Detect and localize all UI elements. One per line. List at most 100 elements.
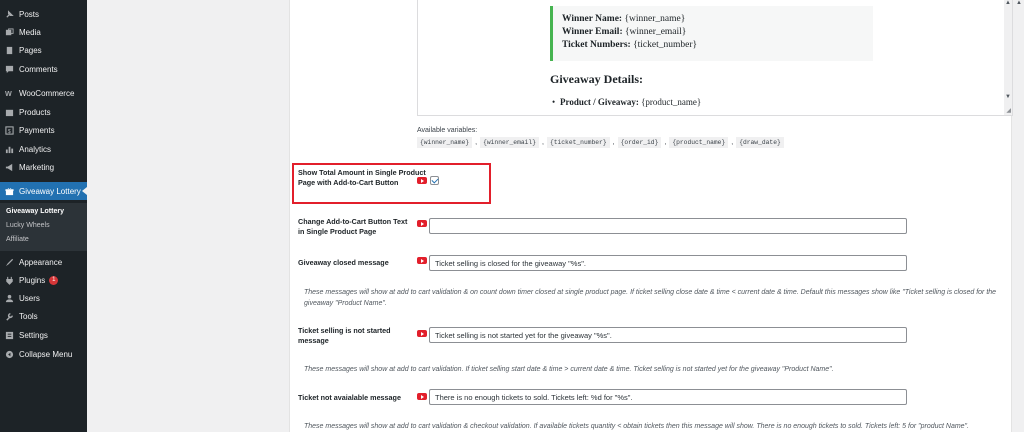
resize-handle-icon[interactable]: ◢ bbox=[1006, 107, 1011, 114]
closed-message-input[interactable]: Ticket selling is closed for the giveawa… bbox=[429, 255, 907, 271]
sidebar-item-label: Products bbox=[19, 107, 51, 117]
change-button-text-label: Change Add-to-Cart Button Text in Single… bbox=[298, 217, 408, 236]
not-started-message-input[interactable]: Ticket selling is not started yet for th… bbox=[429, 327, 907, 343]
giveaway-icon bbox=[5, 187, 14, 196]
product-var: {product_name} bbox=[641, 97, 702, 107]
winner-name-label: Winner Name: bbox=[562, 14, 623, 24]
youtube-tutorial-icon[interactable] bbox=[417, 257, 427, 264]
winner-name-var: {winner_name} bbox=[624, 14, 686, 24]
sidebar-item-label: Users bbox=[19, 293, 40, 303]
youtube-tutorial-icon[interactable] bbox=[417, 177, 427, 184]
giveaway-details-heading: Giveaway Details: bbox=[550, 72, 643, 86]
tools-icon bbox=[5, 312, 14, 321]
appearance-icon bbox=[5, 258, 14, 267]
sidebar-item-label: Media bbox=[19, 27, 41, 37]
plugins-icon bbox=[5, 276, 14, 285]
product-list-item: Product / Giveaway: {product_name} bbox=[552, 97, 702, 107]
media-icon bbox=[5, 27, 14, 37]
products-icon bbox=[5, 108, 14, 117]
available-variables-label: Available variables: bbox=[417, 127, 478, 134]
available-variables-list: {winner_name}, {winner_email}, {ticket_n… bbox=[417, 137, 784, 148]
pin-icon bbox=[5, 9, 14, 19]
not-started-message-description: These messages will show at add to cart … bbox=[304, 366, 834, 373]
scroll-up-icon[interactable]: ▲ bbox=[1016, 0, 1022, 6]
sidebar-item-marketing[interactable]: Marketing bbox=[0, 158, 87, 176]
sidebar-item-settings[interactable]: Settings bbox=[0, 326, 87, 344]
variable-chip: {draw_date} bbox=[736, 137, 784, 148]
not-available-message-label: Ticket not avaialable message bbox=[298, 393, 401, 402]
sidebar-item-label: Giveaway Lottery bbox=[19, 186, 81, 196]
woocommerce-icon: W bbox=[5, 89, 14, 98]
sidebar-item-comments[interactable]: Comments bbox=[0, 60, 87, 78]
pages-icon bbox=[5, 46, 14, 55]
winner-email-label: Winner Email: bbox=[562, 27, 623, 37]
ticket-numbers-label: Ticket Numbers: bbox=[562, 40, 631, 50]
youtube-tutorial-icon[interactable] bbox=[417, 393, 427, 400]
email-template-editor[interactable]: Winner Name: {winner_name} Winner Email:… bbox=[417, 0, 1013, 116]
sidebar-item-label: Payments bbox=[19, 125, 55, 135]
scroll-down-icon[interactable]: ▼ bbox=[1005, 94, 1011, 100]
sidebar-item-label: Settings bbox=[19, 330, 48, 340]
sidebar-item-analytics[interactable]: Analytics bbox=[0, 140, 87, 158]
show-total-label: Show Total Amount in Single Product Page… bbox=[298, 168, 426, 187]
not-available-message-description: These messages will show at add to cart … bbox=[304, 423, 969, 430]
collapse-icon bbox=[5, 350, 14, 359]
not-available-message-input[interactable]: There is no enough tickets to sold. Tick… bbox=[429, 389, 907, 405]
svg-text:W: W bbox=[5, 89, 12, 98]
variable-chip: {ticket_number} bbox=[546, 137, 610, 148]
closed-message-description: These messages will show at add to cart … bbox=[304, 289, 997, 307]
sidebar-item-pages[interactable]: Pages bbox=[0, 41, 87, 59]
admin-sidebar: Posts Media Pages Comments W WooCommerce… bbox=[0, 0, 87, 432]
sidebar-item-media[interactable]: Media bbox=[0, 23, 87, 41]
users-icon bbox=[5, 294, 14, 303]
page-scrollbar[interactable]: ▲ bbox=[1015, 0, 1024, 432]
sidebar-item-posts[interactable]: Posts bbox=[0, 5, 87, 23]
separator: , bbox=[475, 139, 478, 146]
sidebar-item-tools[interactable]: Tools bbox=[0, 307, 87, 325]
settings-icon bbox=[5, 331, 14, 340]
plugins-update-badge: 1 bbox=[49, 275, 59, 285]
youtube-tutorial-icon[interactable] bbox=[417, 330, 427, 337]
sidebar-item-giveaway-lottery[interactable]: Giveaway Lottery bbox=[0, 182, 87, 200]
sidebar-item-users[interactable]: Users bbox=[0, 289, 87, 307]
scroll-up-icon[interactable]: ▲ bbox=[1005, 0, 1011, 6]
sidebar-item-label: WooCommerce bbox=[19, 88, 75, 98]
sidebar-item-label: Tools bbox=[19, 311, 38, 321]
submenu-item-giveaway-lottery[interactable]: Giveaway Lottery bbox=[6, 208, 64, 215]
svg-text:$: $ bbox=[8, 128, 11, 134]
separator: , bbox=[612, 139, 615, 146]
analytics-icon bbox=[5, 145, 14, 154]
giveaway-submenu: Giveaway Lottery Lucky Wheels Affiliate bbox=[0, 203, 87, 251]
sidebar-item-collapse-menu[interactable]: Collapse Menu bbox=[0, 345, 87, 363]
sidebar-item-label: Collapse Menu bbox=[19, 349, 73, 359]
sidebar-item-label: Analytics bbox=[19, 144, 52, 154]
variable-chip: {winner_name} bbox=[417, 137, 473, 148]
separator: , bbox=[731, 139, 734, 146]
submenu-item-affiliate[interactable]: Affiliate bbox=[6, 236, 29, 243]
marketing-icon bbox=[5, 163, 14, 172]
variable-chip: {order_id} bbox=[617, 137, 662, 148]
sidebar-item-woocommerce[interactable]: W WooCommerce bbox=[0, 84, 87, 102]
payments-icon: $ bbox=[5, 125, 14, 135]
variable-chip: {product_name} bbox=[669, 137, 729, 148]
sidebar-item-products[interactable]: Products bbox=[0, 103, 87, 121]
comments-icon bbox=[5, 65, 14, 74]
separator: , bbox=[541, 139, 544, 146]
ticket-numbers-var: {ticket_number} bbox=[633, 40, 698, 50]
variable-chip: {winner_email} bbox=[480, 137, 539, 148]
winner-email-var: {winner_email} bbox=[625, 27, 687, 37]
sidebar-item-label: Pages bbox=[19, 45, 42, 55]
show-total-checkbox[interactable] bbox=[430, 176, 439, 185]
sidebar-item-appearance[interactable]: Appearance bbox=[0, 253, 87, 271]
winner-info-block: Winner Name: {winner_name} Winner Email:… bbox=[550, 6, 873, 61]
sidebar-item-payments[interactable]: $ Payments bbox=[0, 121, 87, 139]
sidebar-item-label: Posts bbox=[19, 9, 40, 19]
youtube-tutorial-icon[interactable] bbox=[417, 220, 427, 227]
sidebar-item-label: Marketing bbox=[19, 162, 55, 172]
not-started-message-label: Ticket selling is not started message bbox=[298, 326, 391, 345]
sidebar-item-label: Comments bbox=[19, 64, 58, 74]
submenu-item-lucky-wheels[interactable]: Lucky Wheels bbox=[6, 222, 50, 229]
closed-message-label: Giveaway closed message bbox=[298, 258, 389, 267]
sidebar-item-plugins[interactable]: Plugins 1 bbox=[0, 271, 87, 289]
change-button-text-input[interactable] bbox=[429, 218, 907, 234]
